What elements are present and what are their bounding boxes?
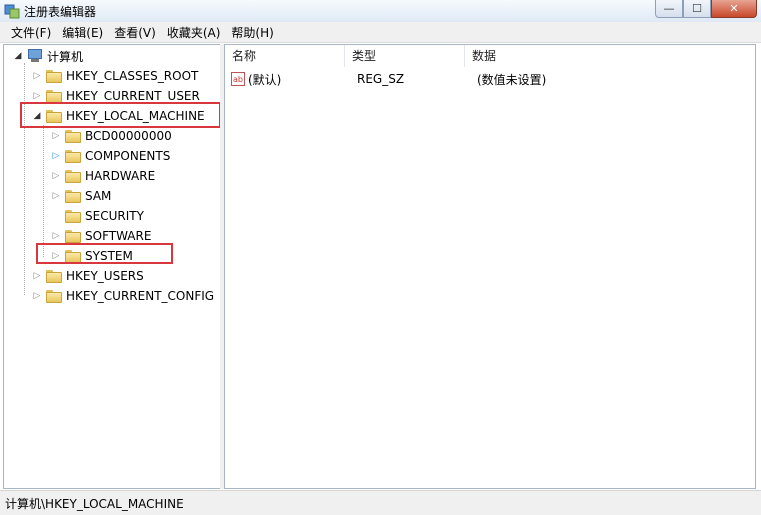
tree-node-components[interactable]: ▷ COMPONENTS bbox=[50, 147, 171, 165]
regedit-app-icon bbox=[4, 4, 20, 19]
folder-icon bbox=[65, 129, 81, 143]
collapsed-arrow-icon[interactable]: ▷ bbox=[31, 70, 43, 82]
value-data: (数值未设置) bbox=[477, 72, 547, 87]
value-name: (默认) bbox=[248, 72, 282, 87]
menu-edit[interactable]: 编辑(E) bbox=[58, 24, 107, 41]
expanded-arrow-icon[interactable]: ◢ bbox=[12, 50, 24, 62]
tree-node-hkey-classes-root[interactable]: ▷ HKEY_CLASSES_ROOT bbox=[31, 67, 199, 85]
tree-guide-line bbox=[24, 63, 25, 295]
tree-node-label: HKEY_CURRENT_USER bbox=[66, 89, 200, 103]
collapsed-arrow-icon[interactable]: ▷ bbox=[50, 230, 62, 242]
maximize-button[interactable]: ☐ bbox=[683, 0, 711, 18]
folder-icon bbox=[46, 289, 62, 303]
tree-node-label: COMPONENTS bbox=[85, 149, 171, 163]
tree-node-bcd[interactable]: ▷ BCD00000000 bbox=[50, 127, 172, 145]
tree-guide-line bbox=[43, 125, 44, 257]
menu-bar: 文件(F) 编辑(E) 查看(V) 收藏夹(A) 帮助(H) bbox=[0, 22, 761, 43]
window-controls: — ☐ ✕ bbox=[655, 0, 757, 19]
tree-node-label: SAM bbox=[85, 189, 112, 203]
collapsed-arrow-icon[interactable]: ▷ bbox=[31, 90, 43, 102]
highlight-box-system bbox=[36, 243, 173, 264]
values-list-pane[interactable]: 名称 类型 数据 ab (默认) REG_SZ (数值未设置) bbox=[224, 44, 756, 489]
tree-node-security[interactable]: SECURITY bbox=[50, 207, 144, 225]
tree-node-hardware[interactable]: ▷ HARDWARE bbox=[50, 167, 156, 185]
title-bar: 注册表编辑器 — ☐ ✕ bbox=[0, 0, 761, 23]
tree-node-label: HKEY_USERS bbox=[66, 269, 144, 283]
close-button[interactable]: ✕ bbox=[711, 0, 757, 18]
folder-icon bbox=[46, 69, 62, 83]
tree-node-label: 计算机 bbox=[47, 49, 84, 64]
status-path: 计算机\HKEY_LOCAL_MACHINE bbox=[5, 497, 184, 511]
folder-icon bbox=[65, 169, 81, 183]
collapsed-arrow-icon[interactable]: ▷ bbox=[50, 170, 62, 182]
no-expand-spacer bbox=[50, 210, 62, 222]
column-header-name[interactable]: 名称 bbox=[225, 45, 345, 67]
status-bar: 计算机\HKEY_LOCAL_MACHINE bbox=[0, 490, 761, 515]
tree-node-hkey-users[interactable]: ▷ HKEY_USERS bbox=[31, 267, 144, 285]
collapsed-arrow-icon[interactable]: ▷ bbox=[31, 290, 43, 302]
folder-icon bbox=[65, 189, 81, 203]
collapsed-arrow-icon[interactable]: ▷ bbox=[50, 190, 62, 202]
menu-file[interactable]: 文件(F) bbox=[7, 24, 55, 41]
tree-node-computer[interactable]: ◢ 计算机 bbox=[12, 47, 83, 65]
tree-node-hkey-current-config[interactable]: ▷ HKEY_CURRENT_CONFIG bbox=[31, 287, 215, 305]
tree-node-label: BCD00000000 bbox=[85, 129, 172, 143]
list-header: 名称 类型 数据 bbox=[225, 45, 755, 67]
collapsed-arrow-icon[interactable]: ▷ bbox=[50, 130, 62, 142]
value-type: REG_SZ bbox=[357, 72, 405, 86]
window-title: 注册表编辑器 bbox=[24, 5, 97, 19]
folder-icon bbox=[46, 269, 62, 283]
column-header-data[interactable]: 数据 bbox=[465, 45, 755, 67]
menu-help[interactable]: 帮助(H) bbox=[227, 24, 277, 41]
folder-icon bbox=[65, 149, 81, 163]
computer-icon bbox=[27, 49, 43, 63]
tree-node-label: HKEY_CURRENT_CONFIG bbox=[66, 289, 215, 303]
list-item[interactable]: ab (默认) REG_SZ (数值未设置) bbox=[225, 69, 546, 89]
tree-node-label: HARDWARE bbox=[85, 169, 156, 183]
collapsed-arrow-icon[interactable]: ▷ bbox=[31, 270, 43, 282]
tree-node-label: SECURITY bbox=[85, 209, 144, 223]
tree-node-sam[interactable]: ▷ SAM bbox=[50, 187, 112, 205]
tree-node-label: SOFTWARE bbox=[85, 229, 152, 243]
folder-icon bbox=[65, 229, 81, 243]
collapsed-arrow-icon[interactable]: ▷ bbox=[50, 150, 62, 162]
minimize-button[interactable]: — bbox=[655, 0, 683, 18]
folder-icon bbox=[46, 89, 62, 103]
column-header-type[interactable]: 类型 bbox=[345, 45, 465, 67]
menu-view[interactable]: 查看(V) bbox=[110, 24, 160, 41]
tree-node-label: HKEY_CLASSES_ROOT bbox=[66, 69, 199, 83]
menu-favorites[interactable]: 收藏夹(A) bbox=[163, 24, 225, 41]
string-value-icon: ab bbox=[231, 72, 245, 86]
folder-icon bbox=[65, 209, 81, 223]
highlight-box-local-machine bbox=[20, 102, 221, 128]
